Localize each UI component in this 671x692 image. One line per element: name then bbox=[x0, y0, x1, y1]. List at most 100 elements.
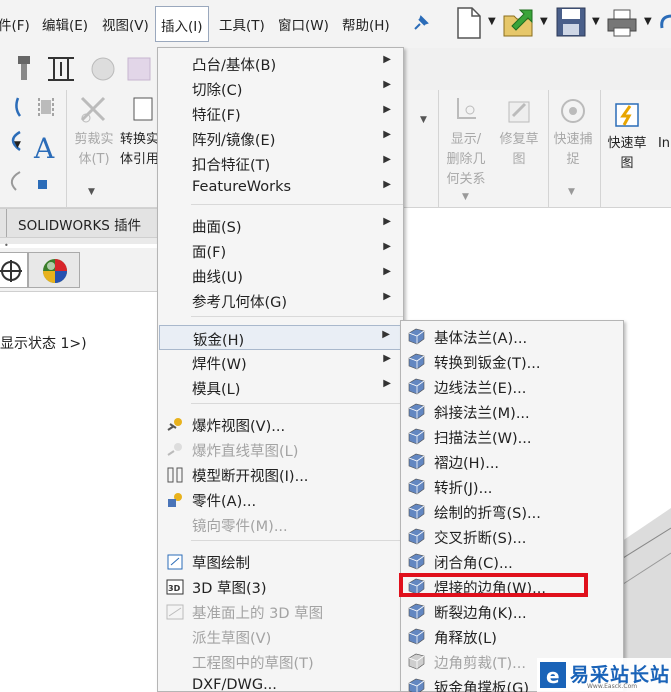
pin-icon[interactable] bbox=[412, 14, 430, 32]
submenu-arrow-icon: ▶ bbox=[383, 291, 391, 302]
watermark: e 易采站长站 Www.Easck.Com bbox=[537, 658, 671, 692]
insert-menu-item[interactable]: 曲线(U) ▶ bbox=[159, 263, 403, 288]
sheetmetal-menu-item[interactable]: 斜接法兰(M)... bbox=[402, 399, 624, 424]
chevron-down-icon[interactable]: ▼ bbox=[14, 140, 21, 150]
insert-menu-item[interactable]: 阵列/镜像(E) ▶ bbox=[159, 126, 403, 151]
sheetmetal-menu-item[interactable]: 闭合角(C)... bbox=[402, 549, 624, 574]
insert-menu-item[interactable]: FeatureWorks ▶ bbox=[159, 176, 403, 201]
chevron-down-icon[interactable]: ▼ bbox=[540, 16, 548, 27]
print-icon[interactable] bbox=[606, 8, 638, 38]
insert-menu-item[interactable]: 模具(L) ▶ bbox=[159, 375, 403, 400]
save-icon[interactable] bbox=[555, 6, 587, 38]
chevron-down-icon[interactable]: ▼ bbox=[462, 192, 469, 202]
quick-snaps-label[interactable]: 快速捕 捉 bbox=[550, 130, 596, 170]
sketch-toolbar-row bbox=[0, 48, 157, 90]
insert-menu-item[interactable]: 3D 3D 草图(3) bbox=[159, 574, 403, 599]
menu-help[interactable]: 帮助(H) bbox=[342, 14, 390, 34]
menu-window[interactable]: 窗口(W) bbox=[278, 14, 329, 34]
insert-menu-item[interactable]: 焊件(W) ▶ bbox=[159, 350, 403, 375]
sheetmetal-menu-item[interactable]: 断裂边角(K)... bbox=[402, 599, 624, 624]
sheetmetal-menu-item[interactable]: 褶边(H)... bbox=[402, 449, 624, 474]
sheetmetal-gusset-icon bbox=[408, 678, 425, 692]
insert-menu-item[interactable]: DXF/DWG... bbox=[159, 674, 403, 692]
insert-menu-item[interactable]: 模型断开视图(I)... bbox=[159, 462, 403, 487]
open-folder-icon[interactable] bbox=[502, 6, 536, 40]
menu-edit[interactable]: 编辑(E) bbox=[42, 14, 88, 34]
submenu-arrow-icon: ▶ bbox=[383, 179, 391, 190]
submenu-arrow-icon: ▶ bbox=[383, 154, 391, 165]
chevron-down-icon[interactable]: ▼ bbox=[88, 187, 95, 197]
instant-2d-label[interactable]: In bbox=[654, 134, 671, 154]
display-delete-relations-label[interactable]: 显示/ 删除几 何关系 bbox=[440, 130, 492, 190]
insert-menu-item[interactable]: 爆炸直线草图(L) bbox=[159, 437, 403, 462]
sheetmetal-menu-item-label: 斜接法兰(M)... bbox=[434, 406, 530, 422]
spline-icon[interactable] bbox=[4, 170, 24, 192]
new-document-icon[interactable] bbox=[454, 6, 484, 40]
sheetmetal-menu-item-label: 扫描法兰(W)... bbox=[434, 431, 532, 447]
sheetmetal-menu-item-label: 褶边(H)... bbox=[434, 456, 500, 472]
repair-sketch-label[interactable]: 修复草 图 bbox=[496, 130, 542, 170]
point-icon[interactable] bbox=[38, 180, 47, 189]
sheetmetal-menu-item[interactable]: 转折(J)... bbox=[402, 474, 624, 499]
insert-menu-item[interactable]: 镜向零件(M)... bbox=[159, 512, 403, 537]
menu-separator bbox=[191, 316, 403, 317]
break-corner-icon bbox=[408, 603, 425, 620]
convert-entities-label[interactable]: 转换实 体引用 bbox=[120, 130, 160, 170]
sheetmetal-menu-item-label: 边角剪裁(T)... bbox=[434, 656, 526, 672]
insert-menu-item-label: 焊件(W) bbox=[192, 357, 247, 373]
sheetmetal-menu-item[interactable]: 扫描法兰(W)... bbox=[402, 424, 624, 449]
insert-menu-item[interactable]: 工程图中的草图(T) bbox=[159, 649, 403, 674]
pane-splitter[interactable] bbox=[0, 238, 157, 244]
watermark-sub: Www.Easck.Com bbox=[587, 683, 638, 690]
smart-dimension-icon[interactable] bbox=[44, 54, 78, 84]
chevron-down-icon[interactable]: ▼ bbox=[488, 16, 496, 27]
sheetmetal-menu-item[interactable]: 边线法兰(E)... bbox=[402, 374, 624, 399]
line-icon[interactable] bbox=[4, 96, 24, 118]
chevron-down-icon[interactable]: ▼ bbox=[420, 115, 427, 125]
insert-menu-item[interactable]: 扣合特征(T) ▶ bbox=[159, 151, 403, 176]
insert-menu-item[interactable]: 特征(F) ▶ bbox=[159, 101, 403, 126]
display-manager-tab[interactable] bbox=[28, 252, 80, 288]
sheetmetal-menu-item[interactable]: 基体法兰(A)... bbox=[402, 324, 624, 349]
sheetmetal-menu-item[interactable]: 转换到钣金(T)... bbox=[402, 349, 624, 374]
fillet-sketch-icon[interactable] bbox=[33, 94, 59, 120]
insert-menu-item-label: 派生草图(V) bbox=[192, 631, 272, 647]
hem-icon bbox=[408, 453, 425, 470]
insert-menu-item-label: 草图绘制 bbox=[192, 556, 250, 572]
insert-menu-item[interactable]: 派生草图(V) bbox=[159, 624, 403, 649]
display-state-text[interactable]: 显示状态 1>) bbox=[0, 333, 87, 353]
chevron-down-icon[interactable]: ▼ bbox=[568, 187, 575, 197]
insert-menu-item[interactable]: 切除(C) ▶ bbox=[159, 76, 403, 101]
undo-icon[interactable] bbox=[658, 6, 671, 40]
screw-icon[interactable] bbox=[14, 54, 34, 84]
insert-menu-item[interactable]: 基准面上的 3D 草图 bbox=[159, 599, 403, 624]
insert-menu-item-label: 参考几何体(G) bbox=[192, 295, 288, 311]
insert-menu-item-label: 阵列/镜像(E) bbox=[192, 133, 276, 149]
sheetmetal-menu-item[interactable]: 绘制的折弯(S)... bbox=[402, 499, 624, 524]
menu-tools[interactable]: 工具(T) bbox=[219, 14, 265, 34]
tab-solidworks-addins[interactable]: SOLIDWORKS 插件 bbox=[18, 214, 141, 234]
chevron-down-icon[interactable]: ▼ bbox=[644, 16, 652, 27]
insert-menu-item[interactable]: 参考几何体(G) ▶ bbox=[159, 288, 403, 313]
trim-entities-label[interactable]: 剪裁实 体(T) bbox=[68, 130, 120, 170]
menu-view[interactable]: 视图(V) bbox=[102, 14, 149, 34]
sheetmetal-menu-item[interactable]: 交叉折断(S)... bbox=[402, 524, 624, 549]
insert-menu-item[interactable]: 草图绘制 bbox=[159, 549, 403, 574]
text-icon[interactable]: A bbox=[32, 134, 60, 162]
insert-menu-item[interactable]: 零件(A)... bbox=[159, 487, 403, 512]
standard-toolbar: ▼ ▼ ▼ ▼ bbox=[440, 0, 671, 48]
insert-menu-item[interactable]: 爆炸视图(V)... bbox=[159, 412, 403, 437]
dimxpert-tab[interactable] bbox=[0, 252, 28, 288]
rapid-sketch-label[interactable]: 快速草 图 bbox=[604, 134, 650, 174]
insert-menu-item[interactable]: 曲面(S) ▶ bbox=[159, 213, 403, 238]
sheetmetal-menu-item[interactable]: 角释放(L) bbox=[402, 624, 624, 649]
insert-menu-item[interactable]: 钣金(H) ▶ bbox=[159, 325, 403, 350]
menu-insert[interactable]: 插入(I) bbox=[155, 6, 209, 42]
insert-menu-item-label: 3D 草图(3) bbox=[192, 581, 267, 597]
insert-menu-item[interactable]: 凸台/基体(B) ▶ bbox=[159, 51, 403, 76]
menu-file[interactable]: 件(F) bbox=[0, 14, 30, 34]
insert-menu-item-label: 曲线(U) bbox=[192, 270, 243, 286]
chevron-down-icon[interactable]: ▼ bbox=[592, 16, 600, 27]
insert-menu-item[interactable]: 面(F) ▶ bbox=[159, 238, 403, 263]
rapid-sketch-icon[interactable] bbox=[612, 100, 642, 130]
